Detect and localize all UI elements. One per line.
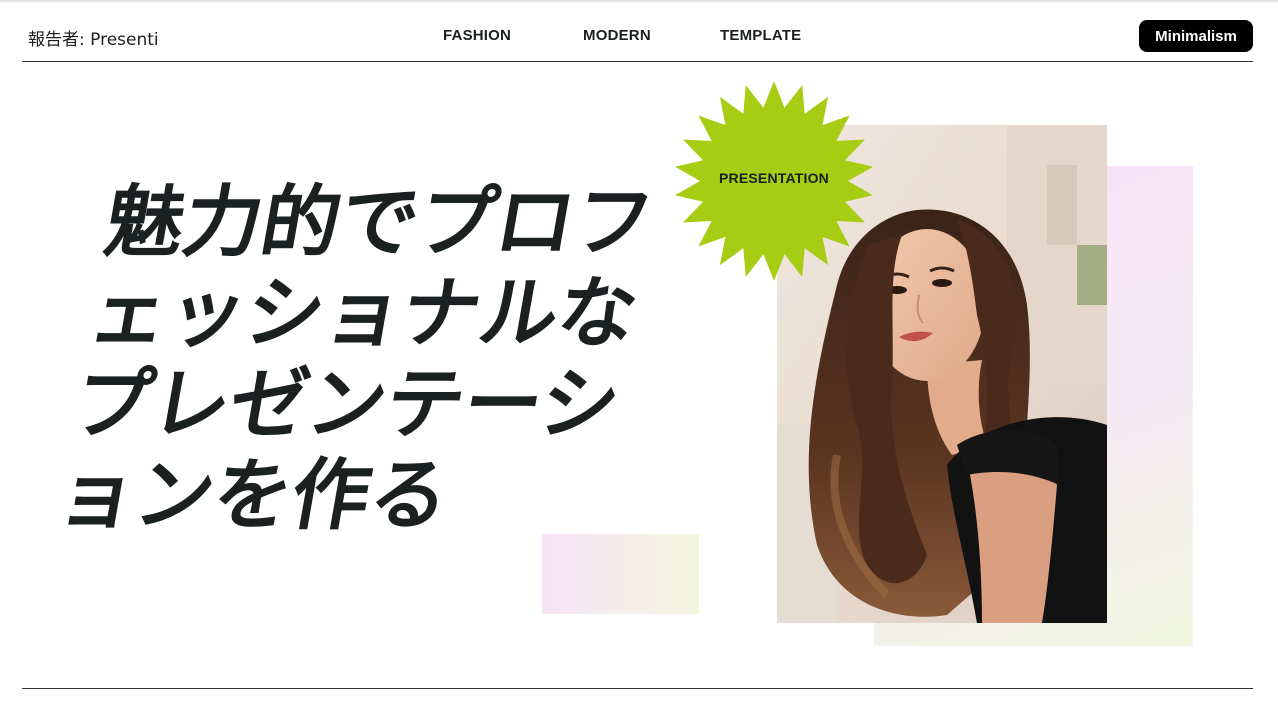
footer-divider <box>22 688 1253 689</box>
top-border <box>0 0 1278 2</box>
nav-fashion[interactable]: FASHION <box>443 27 511 44</box>
reporter-label: 報告者: Presenti <box>28 30 159 50</box>
decorative-gradient-block <box>542 534 699 614</box>
header-divider <box>22 61 1253 62</box>
headline: 魅力的でプロフ ェッショナルな プレゼンテーシ ョンを作る <box>50 178 754 542</box>
headline-line-4: ョンを作る <box>50 451 457 541</box>
nav-template[interactable]: TEMPLATE <box>720 27 801 44</box>
headline-line-2: ェッショナルな <box>82 269 645 359</box>
headline-line-3: プレゼンテーシ <box>66 360 627 450</box>
headline-line-1: 魅力的でプロフ <box>98 178 661 268</box>
sticker-label: PRESENTATION <box>719 170 829 186</box>
nav-modern[interactable]: MODERN <box>583 27 651 44</box>
minimalism-badge[interactable]: Minimalism <box>1139 20 1253 52</box>
